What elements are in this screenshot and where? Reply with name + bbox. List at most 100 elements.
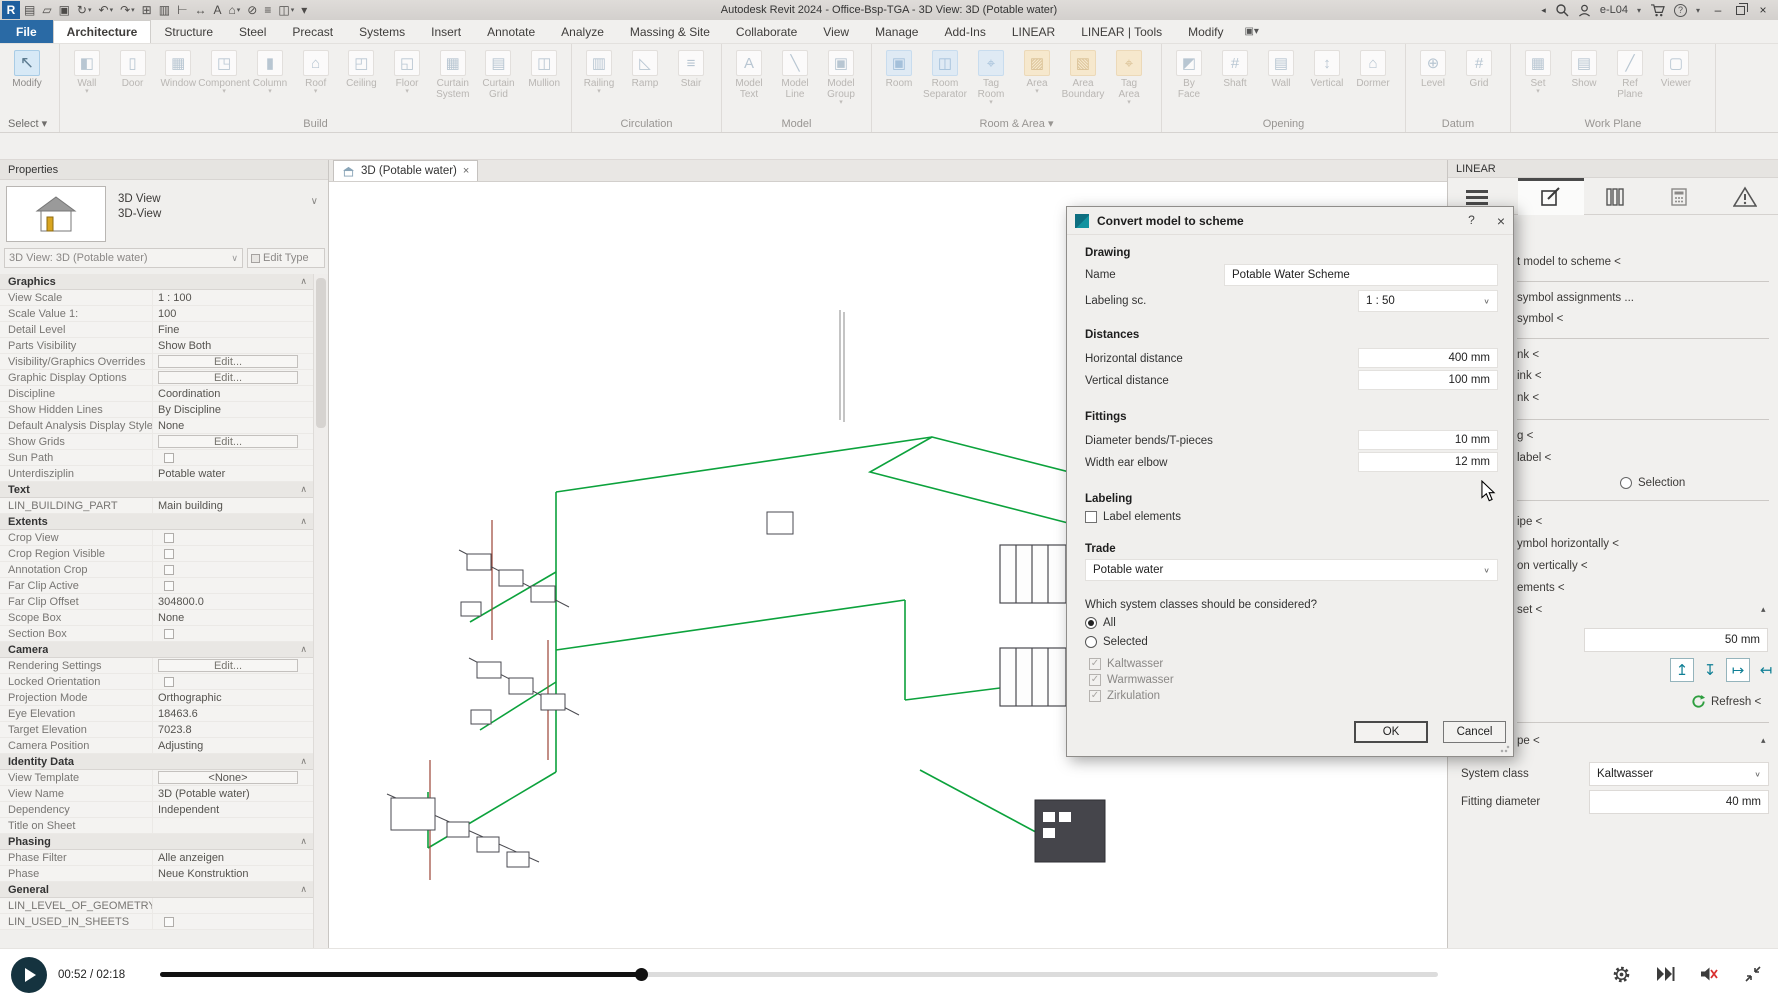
action-label[interactable]: label < [1517,452,1551,464]
minimize-button[interactable]: – [1709,3,1727,17]
ribbon-tab[interactable]: Precast [279,20,346,43]
ribbon-button[interactable]: ▢Viewer▾ [1653,48,1699,89]
help-dropdown-icon[interactable]: ▾ [1696,6,1700,15]
name-input[interactable]: Potable Water Scheme [1224,264,1498,286]
ribbon-group-label[interactable]: Room & Area ▾ [872,115,1161,132]
ribbon-tab[interactable]: LINEAR | Tools [1068,20,1175,43]
action-link-3[interactable]: nk < [1517,392,1539,404]
checkbox[interactable] [164,677,174,687]
property-value[interactable]: Independent Independent [152,802,313,817]
property-value[interactable]: <None> <None> [152,770,313,785]
cancel-button[interactable]: Cancel [1443,721,1506,743]
property-value[interactable] [152,898,313,913]
qat-icon[interactable]: ↶▾ [99,3,114,17]
ribbon-button[interactable]: ↕Vertical▾ [1304,48,1350,89]
ribbon-button[interactable]: ▥Railing▾ [576,48,622,95]
ribbon-button[interactable]: ╲Model Line▾ [772,48,818,100]
ribbon-button[interactable]: ▧Area Boundary▾ [1060,48,1106,100]
ribbon-tab[interactable]: Systems [346,20,418,43]
qat-icon[interactable]: ↻▾ [77,3,92,17]
ribbon-button[interactable]: #Shaft▾ [1212,48,1258,89]
ribbon-tab[interactable]: Annotate [474,20,548,43]
checkbox[interactable] [164,581,174,591]
view-tab[interactable]: 3D (Potable water) × [333,160,478,181]
collapse-icon[interactable]: ▴ [1761,735,1766,746]
collapse-search-icon[interactable]: ◂ [1541,5,1546,16]
action-convert-model-to-scheme[interactable]: t model to scheme < [1517,256,1621,268]
action-labeling[interactable]: g < [1517,430,1533,442]
dialog-close-icon[interactable]: × [1497,213,1505,229]
tab-calculator[interactable] [1654,178,1704,215]
fitting-diameter-input[interactable]: 40 mm [1589,790,1769,814]
property-value[interactable]: 1 : 100 1 : 100 [152,290,313,305]
revit-logo-button[interactable]: R [2,1,20,19]
action-place-symbol[interactable]: symbol < [1517,313,1563,325]
checkbox[interactable] [164,565,174,575]
properties-scrollbar[interactable] [313,274,328,948]
action-link-1[interactable]: nk < [1517,349,1539,361]
property-value[interactable]: Alle anzeigen Alle anzeigen [152,850,313,865]
ribbon-button[interactable]: ◳Component▾ [201,48,247,95]
action-flip-symbol-horizontally[interactable]: ymbol horizontally < [1517,538,1619,550]
property-value[interactable]: 100 100 [152,306,313,321]
vertical-distance-input[interactable]: 100 mm [1358,370,1498,390]
ok-button[interactable]: OK [1354,721,1428,743]
properties-palette-title[interactable]: Properties [0,160,328,180]
collapse-icon[interactable]: ▴ [1761,604,1766,615]
qat-icon[interactable]: ≡▾ [264,3,271,17]
property-value[interactable]: 304800.0 304800.0 [152,594,313,609]
checkbox[interactable] [164,629,174,639]
property-value[interactable]: 18463.6 18463.6 [152,706,313,721]
properties-collapse-icon[interactable]: ∨ [311,196,318,207]
edit-button[interactable]: Edit... [158,371,298,384]
trade-select[interactable]: Potable water∨ [1085,559,1498,581]
linear-panel-title[interactable]: LINEAR [1448,160,1778,178]
qat-icon[interactable]: ↷▾ [120,3,135,17]
ribbon-button[interactable]: ▣Model Group▾ [818,48,864,106]
tab-warnings[interactable] [1720,178,1770,215]
property-value[interactable]: 3D (Potable water) 3D (Potable water) [152,786,313,801]
section-pipe[interactable]: pe < [1517,735,1540,747]
ribbon-button[interactable]: ⌖Tag Area▾ [1106,48,1152,106]
ribbon-button[interactable]: ≡Stair▾ [668,48,714,89]
property-value[interactable]: Adjusting Adjusting [152,738,313,753]
ribbon-button[interactable]: #Grid▾ [1456,48,1502,89]
radio-all[interactable]: All [1085,617,1116,629]
search-icon[interactable] [1555,3,1569,17]
property-value[interactable]: Edit... Edit... [152,434,313,449]
property-value[interactable] [152,914,313,929]
qat-icon[interactable]: ⌂▾ [229,3,241,17]
ribbon-button[interactable]: ⊕Level▾ [1410,48,1456,89]
ribbon-button[interactable]: ▨Area▾ [1014,48,1060,95]
radio-selected[interactable]: Selected [1085,636,1148,648]
action-link-2[interactable]: ink < [1517,370,1542,382]
ribbon-tab[interactable]: Structure [151,20,226,43]
section-offset[interactable]: set < [1517,604,1542,616]
help-icon[interactable]: ? [1674,4,1687,17]
exit-fullscreen-icon[interactable] [1742,963,1764,985]
playback-speed-icon[interactable] [1654,963,1676,985]
ribbon-button[interactable]: AModel Text▾ [726,48,772,100]
view-tab-close-icon[interactable]: × [463,165,469,177]
action-elements[interactable]: ements < [1517,582,1565,594]
property-value[interactable]: Orthographic Orthographic [152,690,313,705]
offset-input[interactable]: 50 mm [1584,628,1768,652]
ribbon-button[interactable]: ◰Ceiling▾ [339,48,385,89]
action-flip-vertically[interactable]: on vertically < [1517,560,1588,572]
action-symbol-assignments[interactable]: symbol assignments ... [1517,292,1634,304]
system-class-select[interactable]: Kaltwasser∨ [1589,762,1769,786]
property-value[interactable] [152,562,313,577]
property-value[interactable]: Edit... Edit... [152,370,313,385]
edit-button[interactable]: Edit... [158,659,298,672]
scrollbar-thumb[interactable] [316,278,326,428]
property-value[interactable]: Main building Main building [152,498,313,513]
ribbon-button[interactable]: ⌖Tag Room▾ [968,48,1014,106]
ribbon-tab[interactable]: LINEAR [999,20,1068,43]
ribbon-button[interactable]: ▦Set▾ [1515,48,1561,95]
property-value[interactable]: Potable water Potable water [152,466,313,481]
property-value[interactable] [152,626,313,641]
property-value[interactable]: Edit... Edit... [152,354,313,369]
qat-icon[interactable]: ▤▾ [24,3,35,17]
section-collapse-icon[interactable]: ∧ [300,276,307,287]
radio-selection[interactable]: Selection [1620,477,1685,489]
